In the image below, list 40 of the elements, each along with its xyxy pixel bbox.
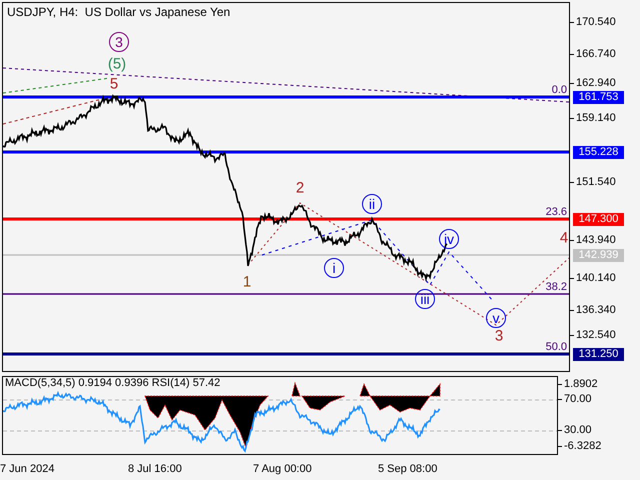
- price-tick: 132.540: [570, 330, 616, 341]
- wave-label: 3: [109, 32, 129, 52]
- wave-label: 5: [110, 76, 118, 92]
- wave-label: 3: [494, 328, 504, 344]
- wave-label: 1: [242, 274, 252, 290]
- wave-label: ii: [362, 194, 382, 214]
- indicator-tick: 30.00: [558, 425, 592, 436]
- fib-label: 50.0: [546, 342, 567, 353]
- fib-label: 38.2: [546, 282, 567, 293]
- fib-label: 0.0: [552, 85, 567, 96]
- wave-label: iii: [415, 289, 435, 309]
- wave-label: 2: [296, 180, 304, 196]
- price-label: 131.250: [573, 348, 624, 361]
- price-tick: 170.540: [570, 17, 616, 28]
- time-tick: 7 Aug 00:00: [253, 464, 312, 475]
- price-tick: 162.940: [570, 78, 616, 89]
- indicator-tick: -6.3282: [558, 441, 602, 452]
- indicator-legend: MACD(5,34,5) 0.9194 0.9396 RSI(14) 57.42: [5, 378, 220, 389]
- fib-label: 23.6: [546, 207, 567, 218]
- wave-label: iv: [439, 229, 459, 249]
- wave-label: 4: [560, 230, 568, 246]
- time-tick: 5 Sep 08:00: [378, 464, 438, 475]
- indicator-tick: 1.8902: [558, 379, 598, 390]
- wave-label: i: [324, 258, 344, 278]
- price-label: 155.228: [573, 146, 624, 159]
- price-tick: 159.140: [570, 113, 616, 124]
- price-tick: 140.140: [570, 273, 616, 284]
- wave-label: (5): [108, 56, 126, 72]
- time-tick: 8 Jul 16:00: [128, 464, 182, 475]
- indicator-tick: 70.00: [558, 394, 592, 405]
- price-tick: 136.340: [570, 305, 616, 316]
- chart-title: USDJPY, H4: US Dollar vs Japanese Yen: [7, 6, 230, 18]
- price-tick: 151.540: [570, 177, 616, 188]
- wave-label: v: [486, 308, 506, 328]
- time-tick: 7 Jun 2024: [0, 464, 54, 475]
- price-tick: 143.940: [570, 235, 616, 246]
- price-label: 142.939: [573, 249, 624, 262]
- price-label: 147.300: [573, 213, 624, 226]
- price-label: 161.753: [573, 91, 624, 104]
- price-tick: 166.740: [570, 49, 616, 60]
